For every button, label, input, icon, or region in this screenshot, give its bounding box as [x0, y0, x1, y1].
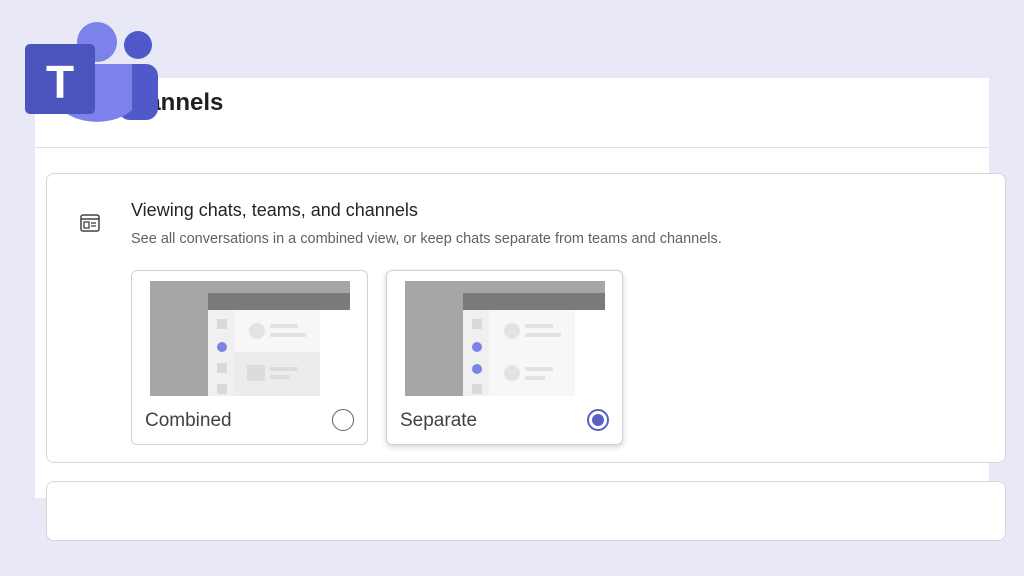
- separate-option-label: Separate: [400, 410, 478, 431]
- chat-layout-icon: [80, 214, 100, 232]
- combined-option-label: Combined: [145, 410, 232, 431]
- radio-selected-dot: [592, 414, 604, 426]
- logo-letter: T: [46, 56, 74, 108]
- separate-view-option[interactable]: Separate: [386, 270, 623, 445]
- combined-radio[interactable]: [332, 409, 354, 431]
- section-heading: Viewing chats, teams, and channels: [131, 200, 418, 220]
- next-settings-card: [46, 481, 1006, 541]
- separate-view-preview: [405, 281, 605, 396]
- section-description: See all conversations in a combined view…: [131, 231, 722, 247]
- separate-radio[interactable]: [587, 409, 609, 431]
- combined-view-option[interactable]: Combined: [131, 270, 368, 445]
- microsoft-teams-logo: T: [25, 22, 158, 122]
- title-divider: [35, 147, 989, 148]
- combined-view-preview: [150, 281, 350, 396]
